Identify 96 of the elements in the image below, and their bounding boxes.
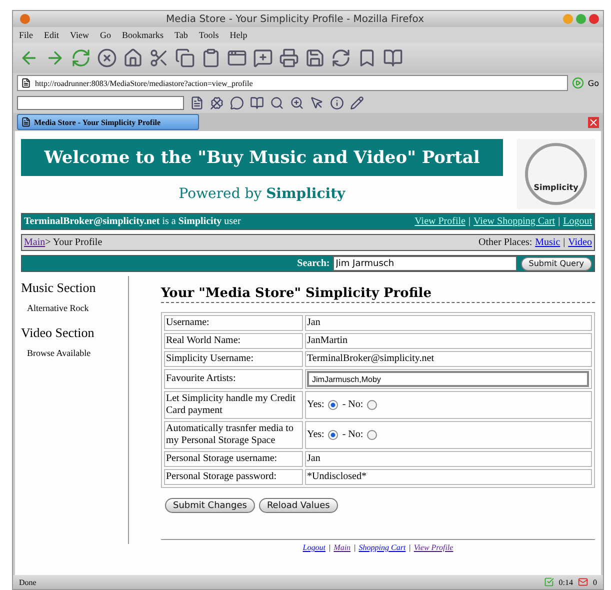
section-title: Video Section: [21, 325, 96, 341]
book-icon[interactable]: [250, 96, 264, 110]
save-icon[interactable]: [305, 48, 325, 68]
field-label: Simplicity Username:: [164, 351, 303, 367]
place-link[interactable]: Music: [535, 237, 560, 248]
field-label: Favourite Artists:: [164, 369, 303, 389]
nav-link[interactable]: Logout: [563, 216, 592, 227]
home-icon[interactable]: [123, 48, 143, 68]
page-icon: [21, 78, 31, 88]
go-label[interactable]: Go: [588, 78, 599, 88]
sidebar-item[interactable]: Browse Available: [27, 348, 128, 358]
radio-label: - No:: [342, 399, 364, 410]
radio-button[interactable]: [367, 400, 378, 410]
breadcrumb-link[interactable]: Main: [24, 237, 46, 248]
page-icon: [21, 117, 31, 127]
breadcrumb-text: > Your Profile: [45, 237, 102, 248]
menu-item[interactable]: Help: [230, 30, 248, 40]
cut-icon[interactable]: [149, 48, 169, 68]
footer-link[interactable]: View Profile: [414, 543, 454, 552]
check-icon: [544, 577, 554, 587]
menu-item[interactable]: Bookmarks: [122, 30, 164, 40]
new-message-icon[interactable]: [253, 48, 273, 68]
section-title: Music Section: [21, 280, 97, 296]
pointer-icon[interactable]: [310, 96, 324, 110]
speech-bubble-icon[interactable]: [230, 96, 244, 110]
submit-query-button[interactable]: Submit Query: [520, 256, 592, 270]
field-value: *Undisclosed*: [305, 469, 592, 485]
profile-heading: Your "Media Store" Simplicity Profile: [161, 276, 595, 303]
footer-link[interactable]: Shopping Cart: [358, 543, 406, 552]
field-label: Personal Storage username:: [164, 451, 303, 467]
menu-item[interactable]: Tools: [198, 30, 219, 40]
field-value: JanMartin: [305, 333, 592, 349]
field-label: Real World Name:: [164, 333, 303, 349]
field-value: Jan: [305, 451, 592, 467]
field-label: Let Simplicity handle my Credit Card payment: [164, 391, 303, 419]
powered-by-text: Powered by Simplicity: [178, 186, 346, 202]
radio-label: Yes:: [307, 399, 324, 410]
link-separator: |: [354, 543, 356, 552]
info-icon[interactable]: [330, 96, 344, 110]
mail-count: 0: [593, 578, 597, 586]
status-text: Done: [19, 578, 38, 586]
copy-icon[interactable]: [175, 48, 195, 68]
form-button[interactable]: Reload Values: [258, 498, 338, 513]
menu-item[interactable]: Tab: [174, 30, 188, 40]
search-label: Search:: [297, 258, 330, 269]
url-text: http://roadrunner:8083/MediaStore/mediastore?action=view_profile: [35, 78, 253, 88]
place-link[interactable]: Video: [568, 237, 592, 248]
other-places-label: Other Places:: [478, 237, 532, 248]
menu-item[interactable]: Go: [100, 30, 111, 40]
paste-icon[interactable]: [201, 48, 221, 68]
search-icon[interactable]: [270, 96, 284, 110]
menu-item[interactable]: Edit: [44, 30, 60, 40]
mail-icon[interactable]: [578, 577, 588, 587]
radio-label: - No:: [342, 429, 364, 440]
zoom-icon[interactable]: [290, 96, 304, 110]
toolbar-search-field[interactable]: [17, 96, 184, 110]
user-text: TerminalBroker@simplicity.net is a Simplicity user: [24, 216, 241, 227]
welcome-banner: Welcome to the "Buy Music and Video" Portal: [21, 139, 503, 176]
radio-button[interactable]: [367, 430, 378, 440]
menu-item[interactable]: View: [70, 30, 89, 40]
field-label: Username:: [164, 315, 303, 331]
radio-label: Yes:: [307, 429, 324, 440]
link-separator: |: [558, 216, 560, 227]
stop-icon[interactable]: [97, 48, 117, 68]
link-separator: |: [468, 216, 470, 227]
artists-field[interactable]: JimJarmusch,Moby: [307, 371, 589, 387]
radio-button[interactable]: [328, 400, 338, 410]
sidebar-item[interactable]: Alternative Rock: [27, 303, 128, 313]
status-time: 0:14: [558, 578, 573, 586]
reload-icon[interactable]: [71, 48, 91, 68]
footer-link[interactable]: Logout: [302, 543, 326, 552]
pencil-icon[interactable]: [350, 96, 364, 110]
link-separator: |: [408, 543, 411, 552]
menu-item[interactable]: File: [19, 30, 34, 40]
clover-icon[interactable]: [210, 96, 224, 110]
close-button[interactable]: [589, 14, 599, 24]
link-separator: |: [328, 543, 331, 552]
close-tab-icon[interactable]: [588, 116, 599, 128]
footer-link[interactable]: Main: [334, 543, 351, 552]
form-button[interactable]: Submit Changes: [165, 498, 255, 513]
radio-button[interactable]: [328, 430, 338, 440]
logo: Simplicity: [517, 139, 595, 209]
link-separator: |: [563, 237, 566, 248]
field-label: Personal Storage password:: [164, 469, 303, 485]
nav-link[interactable]: View Shopping Cart: [473, 216, 556, 227]
address-field[interactable]: http://roadrunner:8083/MediaStore/mediastore?action=view_profile: [17, 75, 568, 91]
new-window-icon[interactable]: [227, 48, 247, 68]
field-label: Automatically trasnfer media to my Personal Storage Space: [164, 421, 303, 449]
field-value: TerminalBroker@simplicity.net: [305, 351, 592, 367]
browser-tab[interactable]: Media Store - Your Simplicity Profile: [17, 114, 199, 130]
window-title: Media Store - Your Simplicity Profile - Mozilla Firefox: [165, 14, 425, 24]
printer-icon[interactable]: [279, 48, 299, 68]
page-icon[interactable]: [190, 96, 204, 110]
field-value: Jan: [305, 315, 592, 331]
nav-link[interactable]: View Profile: [414, 216, 466, 227]
cycle-icon[interactable]: [331, 48, 351, 68]
